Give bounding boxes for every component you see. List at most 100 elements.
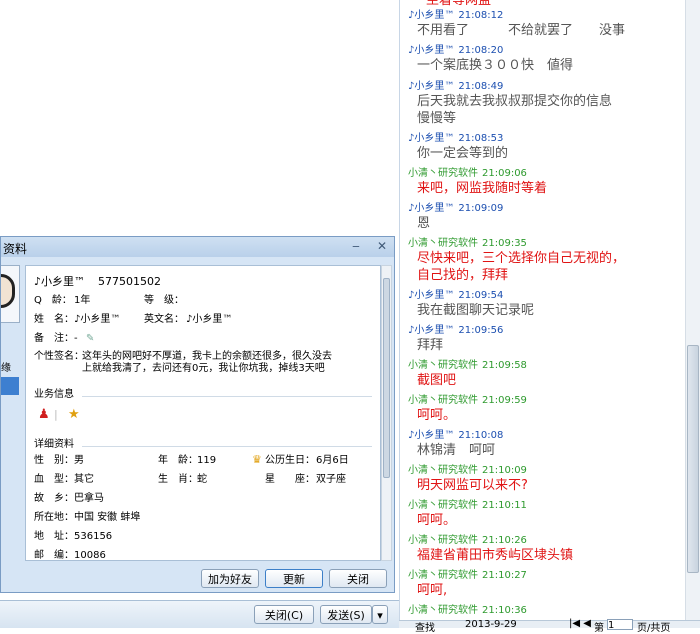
message-header: ♪小乡里™ 21:08:12 — [408, 10, 683, 22]
close-chat-button[interactable]: 关闭(C) — [254, 605, 314, 624]
scrollbar-thumb[interactable] — [383, 278, 390, 478]
message-sender[interactable]: 小清丶研究软件 — [408, 500, 478, 511]
close-icon[interactable]: ✕ — [373, 238, 391, 254]
send-button[interactable]: 发送(S) — [320, 605, 372, 624]
message-text: 呵呵。 — [417, 408, 457, 423]
chat-message: ♪小乡里™ 21:10:08 林锦清 呵呵 — [408, 430, 683, 459]
address-value: 536156 — [74, 531, 113, 542]
message-text: 尽快来吧，三个选择你自己无视的， 自己找的，拜拜 — [417, 251, 626, 283]
message-sender[interactable]: ♪小乡里™ — [408, 430, 454, 441]
side-nav-selected[interactable] — [1, 377, 19, 395]
message-sender[interactable]: 小清丶研究软件 — [408, 465, 478, 476]
message-header: ♪小乡里™ 21:08:49 — [408, 81, 683, 93]
chat-message: 小清丶研究软件 21:10:27 呵呵, — [408, 570, 683, 599]
first-page-icon[interactable]: |◀ ◀ — [569, 618, 591, 629]
chat-message: 小清丶研究软件 21:10:11 呵呵。 — [408, 500, 683, 529]
message-sender[interactable]: ♪小乡里™ — [408, 45, 454, 56]
message-sender[interactable]: 小清丶研究软件 — [408, 570, 478, 581]
message-text: 呵呵。 — [417, 513, 457, 528]
message-sender[interactable]: ♪小乡里™ — [408, 290, 454, 301]
note-label: 备 注： — [34, 333, 74, 344]
partial-message: 坐着等网监 — [426, 0, 492, 8]
chat-message: ♪小乡里™ 21:09:56 拜拜 — [408, 325, 683, 354]
blood-type-label: 血 型： — [34, 474, 74, 485]
message-text: 一个案底换３００快 値得 — [417, 58, 574, 73]
message-text: 林锦清 呵呵 — [417, 443, 496, 458]
zip-label: 邮 编： — [34, 550, 74, 561]
chat-history-panel: 坐着等网监 ♪小乡里™ 21:08:12 不用看了 不给就罢了 没事 ♪小乡里™ 21:… — [399, 0, 686, 620]
signature-label: 个性签名： — [34, 351, 84, 362]
message-sender[interactable]: ♪小乡里™ — [408, 203, 454, 214]
message-header: 小清丶研究软件 21:09:59 — [408, 395, 683, 407]
chat-message: 小清丶研究软件 21:10:36 — [408, 605, 683, 617]
dialog-titlebar[interactable]: 资料 ‒ ✕ — [1, 237, 394, 257]
message-sender[interactable]: 小清丶研究软件 — [408, 168, 478, 179]
level-label: 等 级： — [144, 295, 184, 306]
minimize-icon[interactable]: ‒ — [347, 238, 365, 254]
chat-message: 小清丶研究软件 21:09:35 尽快来吧，三个选择你自己无视的， 自己找的，拜拜 — [408, 238, 683, 284]
profile-qq-number[interactable]: 577501502 — [98, 276, 161, 288]
english-name-value: ♪小乡里™ — [186, 314, 233, 325]
avatar-image — [1, 274, 15, 308]
message-sender[interactable]: ♪小乡里™ — [408, 10, 454, 21]
chat-message: ♪小乡里™ 21:08:20 一个案底换３００快 値得 — [408, 45, 683, 74]
message-time: 21:10:36 — [482, 605, 527, 616]
zodiac-value: 蛇 — [197, 474, 207, 485]
dialog-footer: 加为好友 更新 关闭 — [1, 565, 394, 592]
divider — [82, 396, 372, 397]
message-header: 小清丶研究软件 21:10:27 — [408, 570, 683, 582]
message-time: 21:08:53 — [458, 133, 504, 144]
dialog-close-button[interactable]: 关闭 — [329, 569, 387, 588]
message-time: 21:09:59 — [482, 395, 527, 406]
age-value: 119 — [197, 455, 217, 466]
message-header: ♪小乡里™ 21:08:20 — [408, 45, 683, 57]
age-label: 年 龄： — [158, 455, 198, 466]
chat-message: 小清丶研究软件 21:09:58 截图吧 — [408, 360, 683, 389]
message-text: 来吧，网监我随时等着 — [417, 181, 548, 196]
message-time: 21:09:06 — [482, 168, 527, 179]
message-sender[interactable]: 小清丶研究软件 — [408, 395, 478, 406]
chat-scrollbar[interactable] — [685, 0, 700, 620]
edit-note-icon[interactable]: ✎ — [86, 332, 94, 346]
send-options-dropdown[interactable]: ▾ — [372, 605, 388, 624]
message-time: 21:09:54 — [458, 290, 504, 301]
message-header: ♪小乡里™ 21:08:53 — [408, 133, 683, 145]
zodiac-label: 生 肖： — [158, 474, 198, 485]
message-sender[interactable]: 小清丶研究软件 — [408, 605, 478, 616]
message-sender[interactable]: 小清丶研究软件 — [408, 238, 478, 249]
add-friend-button[interactable]: 加为好友 — [201, 569, 259, 588]
date-selector[interactable]: 2013-9-29 — [465, 619, 517, 630]
message-sender[interactable]: ♪小乡里™ — [408, 81, 454, 92]
note-value: - — [74, 333, 78, 344]
profile-nickname: ♪小乡里™ — [34, 275, 86, 288]
message-text: 我在截图聊天记录呢 — [417, 303, 535, 318]
message-text: 呵呵, — [417, 583, 448, 598]
message-text: 后天我就去我叔叔那提交你的信息 慢慢等 — [417, 94, 613, 126]
message-text: 截图吧 — [417, 373, 457, 388]
constellation-value: 双子座 — [316, 474, 346, 485]
message-time: 21:10:08 — [458, 430, 504, 441]
service-section-title: 业务信息 — [34, 389, 74, 400]
profile-dialog: 资料 ‒ ✕ 缘 ♪小乡里™ 577501502 Q 龄： 1年 等 级： 姓 … — [0, 236, 395, 593]
chat-message: ♪小乡里™ 21:08:53 你一定会等到的 — [408, 133, 683, 162]
dialog-scrollbar[interactable] — [381, 265, 392, 561]
message-header: ♪小乡里™ 21:09:54 — [408, 290, 683, 302]
star-icon[interactable]: ★ — [68, 408, 80, 422]
page-input[interactable]: 1 — [607, 619, 633, 631]
chevron-down-icon: ▾ — [377, 609, 383, 622]
message-time: 21:08:49 — [458, 81, 504, 92]
message-header: ♪小乡里™ 21:10:08 — [408, 430, 683, 442]
scrollbar-thumb[interactable] — [687, 345, 699, 573]
message-sender[interactable]: ♪小乡里™ — [408, 133, 454, 144]
message-header: ♪小乡里™ 21:09:56 — [408, 325, 683, 337]
message-sender[interactable]: 小清丶研究软件 — [408, 535, 478, 546]
avatar[interactable] — [1, 265, 20, 323]
message-text: 不用看了 不给就罢了 没事 — [417, 23, 626, 38]
message-sender[interactable]: ♪小乡里™ — [408, 325, 454, 336]
detail-section-title: 详细资料 — [34, 439, 74, 450]
message-sender[interactable]: 小清丶研究软件 — [408, 360, 478, 371]
qq-penguin-icon[interactable]: ♟ — [38, 408, 50, 422]
message-header: 小清丶研究软件 21:09:06 — [408, 168, 683, 180]
message-time: 21:09:09 — [458, 203, 504, 214]
refresh-button[interactable]: 更新 — [265, 569, 323, 588]
